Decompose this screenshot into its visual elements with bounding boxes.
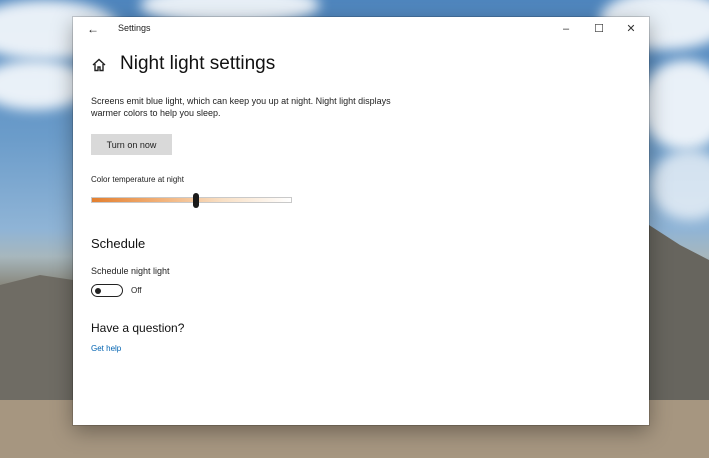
color-temperature-slider-thumb[interactable] (192, 193, 199, 208)
home-icon[interactable] (91, 57, 107, 73)
toggle-knob (95, 287, 101, 294)
schedule-heading: Schedule (91, 236, 146, 251)
toggle-state-label: Off (131, 286, 142, 295)
settings-window: ← Settings – ☐ ✕ Night light settings Sc… (73, 17, 649, 425)
page-title: Night light settings (120, 53, 276, 74)
title-bar: ← Settings – ☐ ✕ (73, 17, 649, 41)
close-button[interactable]: ✕ (616, 19, 646, 39)
window-title: Settings (118, 23, 151, 33)
night-light-description: Screens emit blue light, which can keep … (91, 96, 391, 118)
schedule-night-light-toggle[interactable] (91, 284, 123, 297)
color-temperature-label: Color temperature at night (91, 175, 184, 184)
back-arrow-icon[interactable]: ← (83, 19, 103, 39)
color-temperature-slider[interactable] (91, 197, 292, 203)
schedule-night-light-label: Schedule night light (91, 266, 170, 276)
help-heading: Have a question? (91, 321, 185, 335)
get-help-link[interactable]: Get help (91, 344, 121, 353)
minimize-button[interactable]: – (551, 19, 581, 39)
maximize-button[interactable]: ☐ (584, 19, 614, 39)
turn-on-now-button[interactable]: Turn on now (91, 134, 172, 155)
